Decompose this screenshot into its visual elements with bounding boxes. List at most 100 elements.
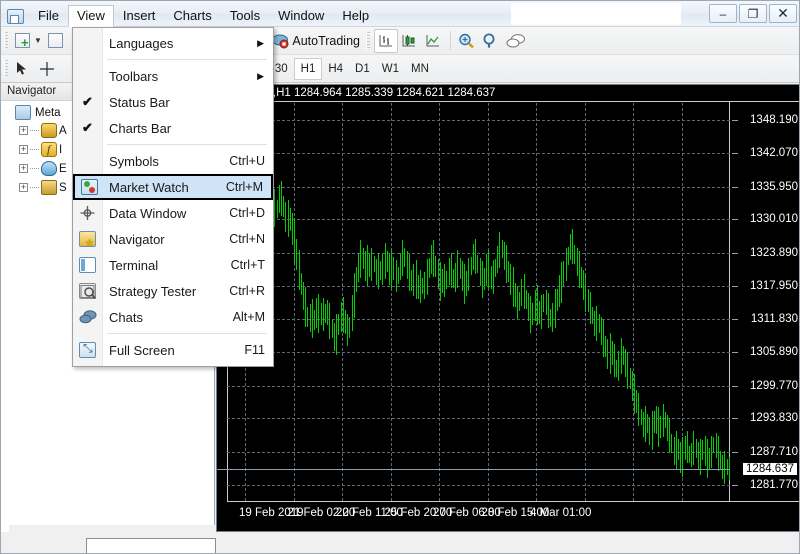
menu-item-chats[interactable]: Chats Alt+M <box>73 304 273 330</box>
gridline-horizontal <box>227 352 730 354</box>
chart-window[interactable]: Dm,H1 1284.964 1285.339 1284.621 1284.63… <box>216 84 799 532</box>
price-bar <box>338 313 339 336</box>
price-bar <box>290 208 291 231</box>
crosshair-button[interactable] <box>36 57 60 81</box>
expander-icon[interactable]: + <box>19 164 28 173</box>
chevron-down-icon: ▼ <box>34 36 42 45</box>
bar-chart-button[interactable] <box>374 28 398 53</box>
menu-help[interactable]: Help <box>333 5 378 27</box>
profiles-button[interactable] <box>45 29 69 53</box>
toolbar-grip[interactable] <box>4 31 8 50</box>
menu-item-full-screen[interactable]: Full Screen F11 <box>73 337 273 363</box>
new-chart-button[interactable]: + ▼ <box>12 29 45 53</box>
gridline-vertical <box>390 103 392 501</box>
price-bar <box>314 309 315 330</box>
price-bar <box>508 261 509 283</box>
timeframe-mn[interactable]: MN <box>405 58 435 80</box>
price-bar <box>466 271 467 296</box>
price-bar <box>711 435 712 469</box>
menu-item-symbols[interactable]: Symbols Ctrl+U <box>73 148 273 174</box>
menu-item-label: Symbols <box>109 153 159 169</box>
time-axis[interactable]: 19 Feb 2019 21 Feb 02:00 22 Feb 11:00 25 Fe… <box>217 501 799 531</box>
chats-toolbar-button[interactable] <box>503 29 529 53</box>
price-bar <box>709 448 710 471</box>
view-dropdown-menu[interactable]: Languages ▶ Toolbars ▶ ✔ Status Bar ✔ Charts Ba… <box>72 27 274 367</box>
menu-item-data-window[interactable]: Data Window Ctrl+D <box>73 200 273 226</box>
tree-line <box>30 187 39 188</box>
chart-plot-area[interactable] <box>227 103 730 501</box>
zoom-in-icon <box>459 33 474 48</box>
price-bar <box>550 308 551 328</box>
menu-file[interactable]: File <box>29 5 68 27</box>
price-bar <box>305 287 306 327</box>
menu-item-languages[interactable]: Languages ▶ <box>73 30 273 56</box>
gridline-vertical <box>439 103 440 501</box>
menu-insert[interactable]: Insert <box>114 5 165 27</box>
price-bar <box>323 298 324 331</box>
price-bar <box>632 370 633 402</box>
price-bar <box>691 442 692 468</box>
zoom-out-button[interactable] <box>479 29 503 53</box>
expander-icon[interactable]: + <box>19 183 28 192</box>
menu-item-accelerator: Ctrl+T <box>230 258 265 272</box>
timeframe-d1[interactable]: D1 <box>349 58 376 80</box>
price-bar <box>645 406 646 443</box>
zoom-in-button[interactable] <box>455 29 479 53</box>
menu-charts[interactable]: Charts <box>164 5 220 27</box>
close-button[interactable]: ✕ <box>769 4 797 23</box>
menu-item-toolbars[interactable]: Toolbars ▶ <box>73 63 273 89</box>
cursor-button[interactable] <box>12 57 36 81</box>
price-bar <box>442 268 443 294</box>
expander-icon[interactable]: + <box>19 145 28 154</box>
price-axis-tick <box>732 186 738 188</box>
price-bar <box>292 212 293 246</box>
gridline-horizontal <box>227 253 730 255</box>
candlestick-chart-button[interactable] <box>398 29 422 53</box>
chart-toolbar-grip[interactable] <box>4 59 8 78</box>
chart-tools-grip[interactable] <box>366 31 370 50</box>
menu-item-charts-bar[interactable]: ✔ Charts Bar <box>73 115 273 141</box>
price-bar <box>402 239 403 277</box>
minimize-button[interactable]: – <box>709 4 737 23</box>
price-bar <box>557 288 558 311</box>
menu-item-market-watch[interactable]: Market Watch Ctrl+M <box>73 174 273 200</box>
price-bar <box>464 264 465 304</box>
maximize-button[interactable]: ❐ <box>739 4 767 23</box>
timeframe-w1[interactable]: W1 <box>376 58 405 80</box>
menu-tools[interactable]: Tools <box>221 5 269 27</box>
price-bar <box>296 239 297 271</box>
price-bar <box>583 269 584 301</box>
new-chart-icon: + <box>15 33 30 49</box>
price-bar <box>671 433 672 453</box>
menu-item-navigator[interactable]: Navigator Ctrl+N <box>73 226 273 252</box>
autotrading-button[interactable]: AutoTrading <box>269 29 363 53</box>
menu-item-strategy-tester[interactable]: Strategy Tester Ctrl+R <box>73 278 273 304</box>
price-bar <box>521 278 522 306</box>
menu-item-status-bar[interactable]: ✔ Status Bar <box>73 89 273 115</box>
chats-icon <box>506 33 525 47</box>
price-bar <box>480 257 481 286</box>
price-bar <box>678 439 679 461</box>
price-bar <box>321 302 322 326</box>
gridline-horizontal <box>227 319 730 321</box>
timeframe-h1[interactable]: H1 <box>293 57 323 80</box>
price-bar <box>274 189 275 227</box>
price-axis-label: 1317.950 <box>750 279 798 292</box>
price-bar <box>438 258 439 290</box>
expander-icon[interactable]: + <box>19 126 28 135</box>
price-bar <box>588 288 589 313</box>
line-chart-button[interactable] <box>422 29 446 53</box>
price-bar <box>647 414 648 433</box>
menu-item-accelerator: Alt+M <box>232 310 265 324</box>
menu-window[interactable]: Window <box>269 5 333 27</box>
price-axis-tick <box>732 452 738 454</box>
price-bar <box>707 438 708 479</box>
timeframe-h4[interactable]: H4 <box>322 58 349 80</box>
price-axis[interactable]: 1348.190 1342.070 1335.950 1330.010 1323.890… <box>730 85 799 531</box>
menu-item-terminal[interactable]: Terminal Ctrl+T <box>73 252 273 278</box>
price-axis-tick <box>732 484 738 486</box>
price-bar <box>407 251 408 280</box>
price-bar <box>431 244 432 274</box>
menu-view[interactable]: View <box>67 5 114 27</box>
scripts-icon <box>41 180 57 195</box>
